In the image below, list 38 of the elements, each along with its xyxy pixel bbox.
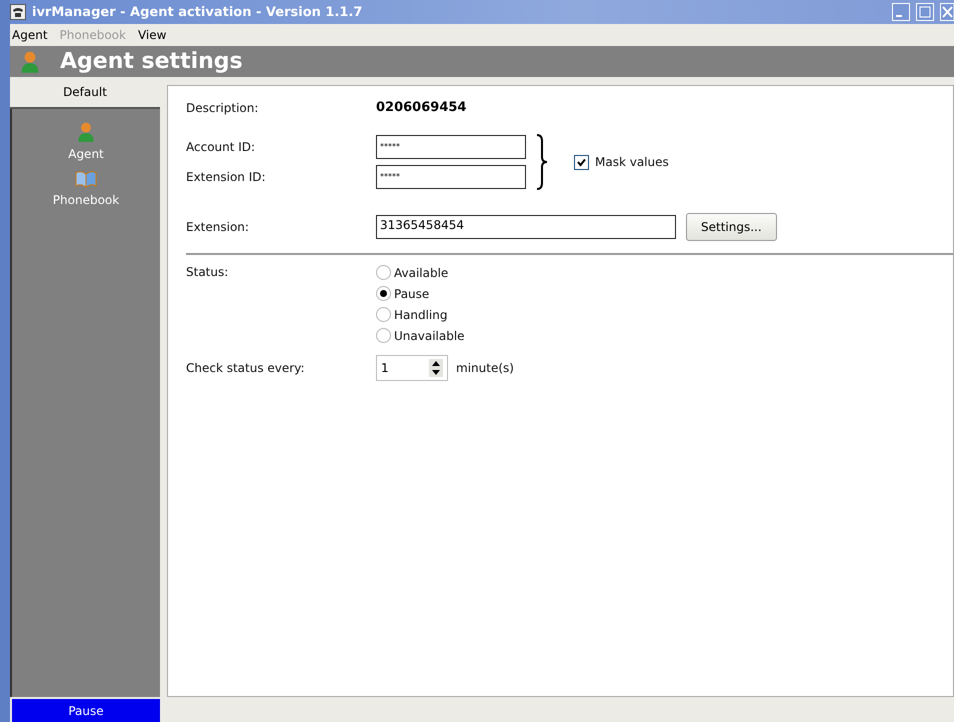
minimize-icon[interactable] <box>892 3 910 21</box>
radio-button[interactable] <box>376 328 391 343</box>
unit-label: minute(s) <box>456 361 514 375</box>
page-title: Agent settings <box>60 49 243 74</box>
radio-button[interactable] <box>376 307 391 322</box>
brace-icon <box>534 133 550 191</box>
spinner-arrows-icon[interactable] <box>429 359 443 377</box>
spin-field[interactable]: 1 <box>376 355 448 381</box>
radio-button[interactable] <box>376 286 391 301</box>
field-label: Account ID: <box>186 140 256 154</box>
phone-icon <box>10 4 26 20</box>
field-label: Check status every: <box>186 361 306 375</box>
radio-label: Available <box>394 266 448 280</box>
checkbox[interactable] <box>574 154 589 170</box>
window-title: ivrManager - Agent activation - Version 1.1.7 <box>32 4 362 20</box>
sidebar-item[interactable]: Phonebook <box>52 169 120 207</box>
radio-label: Unavailable <box>394 328 465 342</box>
maximize-icon[interactable] <box>916 3 934 21</box>
input-field[interactable]: ***** <box>376 135 526 159</box>
field-label: Description: <box>186 100 260 114</box>
input-field[interactable]: 31365458454 <box>376 215 676 239</box>
field-label: Status: <box>186 265 230 279</box>
field-label: Extension: <box>186 220 250 234</box>
radio-button[interactable] <box>376 265 391 280</box>
description-value: 0206069454 <box>376 100 468 115</box>
checkbox-label: Mask values <box>595 155 669 169</box>
sidebar-item[interactable]: Agent <box>68 121 104 161</box>
book-icon <box>74 169 98 189</box>
radio-label: Handling <box>394 308 448 322</box>
check-icon <box>577 158 586 166</box>
settings-button[interactable]: Settings... <box>686 213 777 241</box>
status-indicator: Pause <box>12 699 160 722</box>
menu-item[interactable]: View <box>138 28 166 42</box>
radio-label: Pause <box>394 286 430 300</box>
field-label: Extension ID: <box>186 170 267 184</box>
menu-item[interactable]: Agent <box>12 28 48 42</box>
close-icon[interactable] <box>940 3 954 21</box>
input-field[interactable]: ***** <box>376 165 526 189</box>
